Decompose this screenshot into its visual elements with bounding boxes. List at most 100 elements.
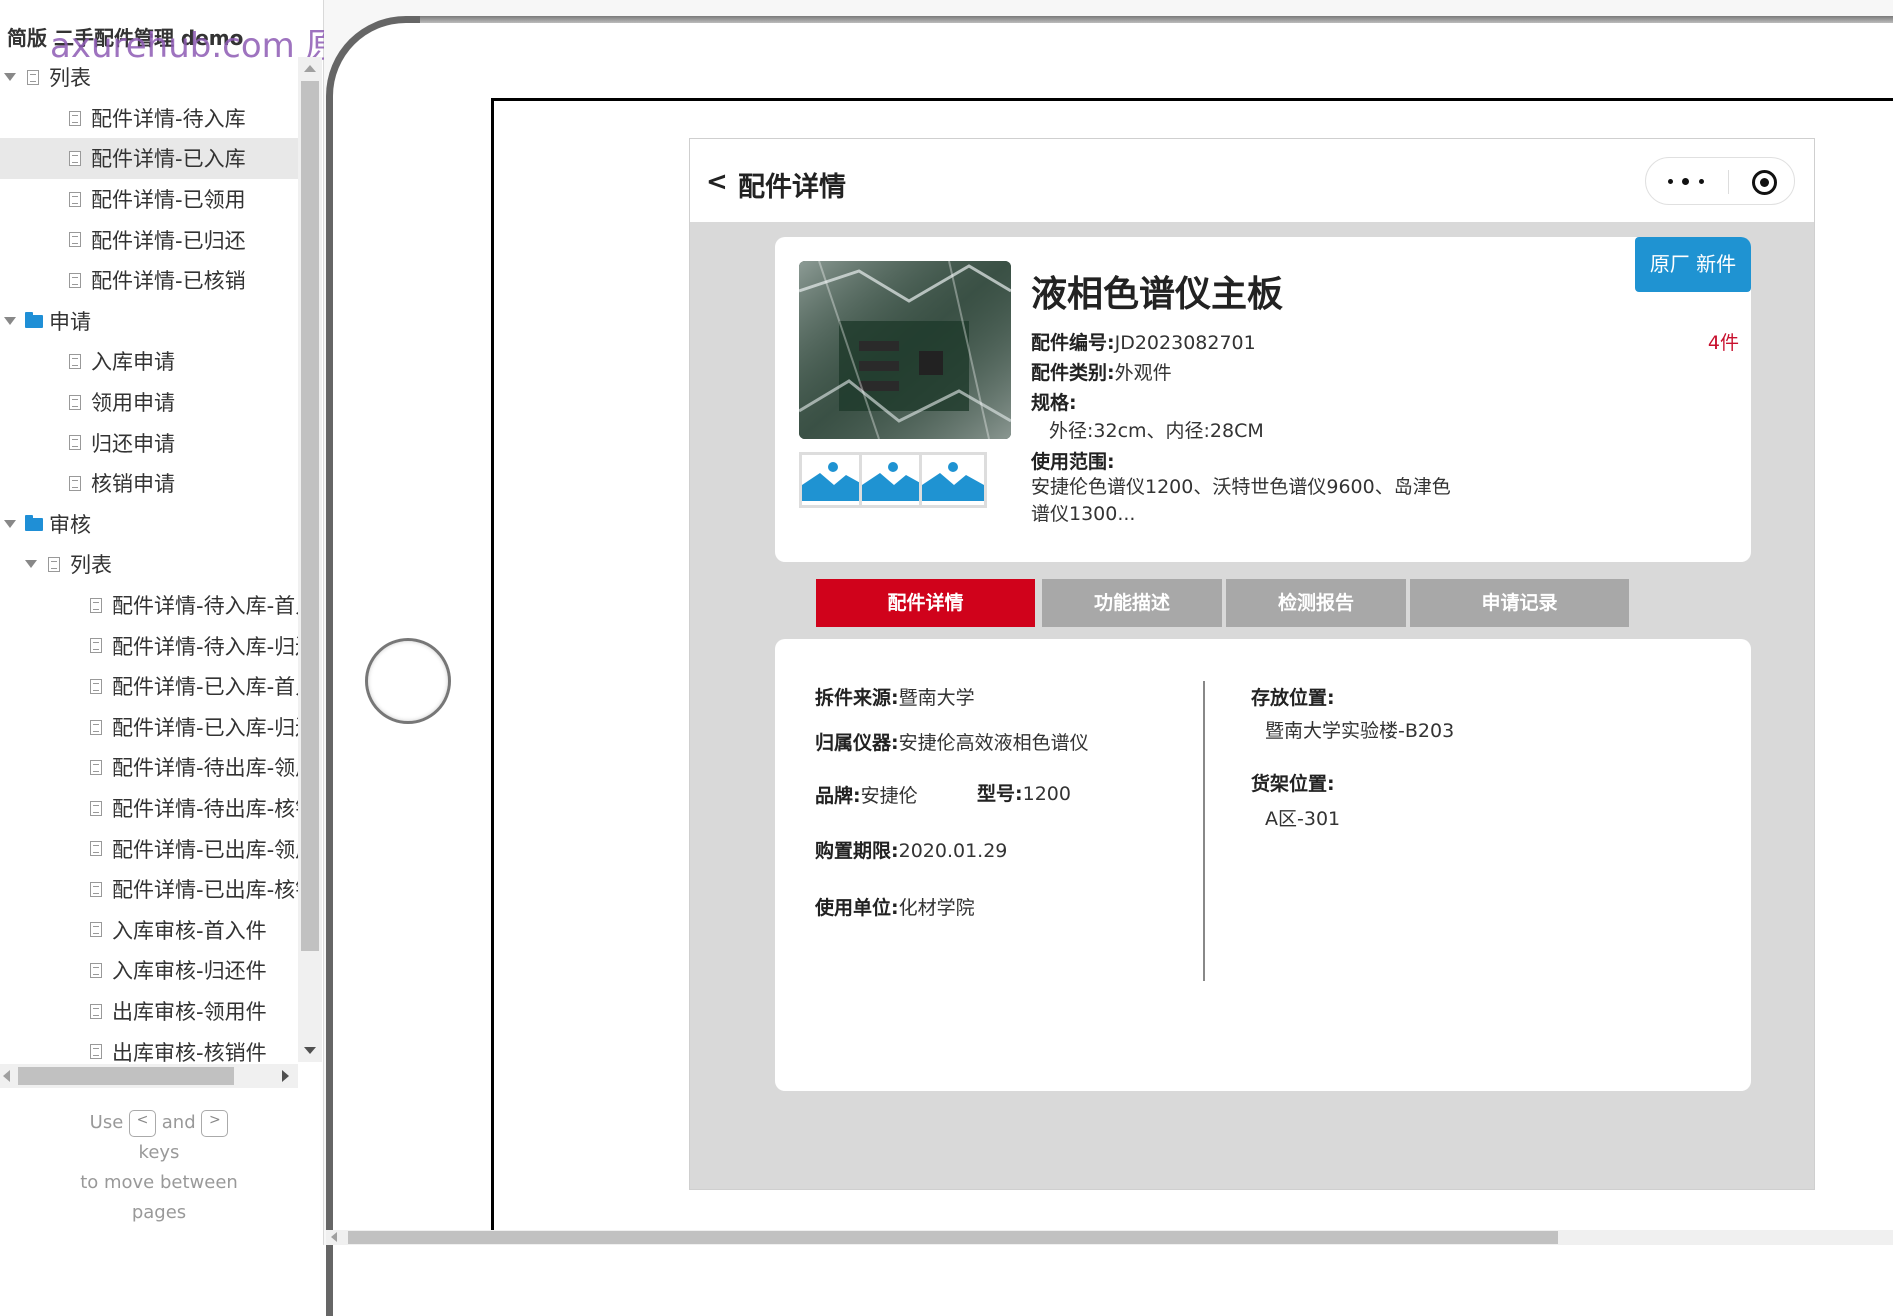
tree-expand-icon[interactable] [4,73,16,81]
tree-item-label: 配件详情-已出库-领用件 [112,837,298,862]
tree-item-label: 出库审核-核销件 [112,1040,267,1062]
page-icon [90,719,102,735]
brand-label: 品牌: [815,785,861,807]
tab-function[interactable]: 功能描述 [1042,579,1222,627]
image-placeholder-icon[interactable] [799,452,867,508]
purchase-row: 购置期限:2020.01.29 [815,836,1007,863]
page-icon [69,435,81,451]
tree-item-label: 领用申请 [91,391,175,416]
tree-page[interactable]: 配件详情-已入库-归还件 [0,707,298,748]
category-label: 配件类别: [1031,362,1115,384]
help-keys: keys [138,1142,180,1163]
page-icon [90,638,102,654]
tree-item-label: 入库申请 [91,350,175,375]
unit-row: 使用单位:化材学院 [815,893,975,920]
tree-page[interactable]: 配件详情-已入库-首入件 [0,666,298,707]
tree-item-label: 入库审核-首入件 [112,918,267,943]
page-tree: 列表 配件详情-待入库 配件详情-已入库 配件详情-已领用 配件详情-已归还 配件详情-已… [0,57,298,1062]
tree-folder[interactable]: 审核 [0,504,298,545]
scroll-up-icon[interactable] [304,65,316,72]
product-photo[interactable] [799,261,1011,439]
source-label: 拆件来源: [815,687,899,709]
page-icon [90,678,102,694]
brand-value: 安捷伦 [860,785,918,807]
target-icon[interactable] [1752,170,1777,195]
tree-page[interactable]: 归还申请 [0,422,298,463]
back-button[interactable]: < [706,167,728,197]
column-divider [1203,681,1205,981]
tree-page[interactable]: 核销申请 [0,463,298,504]
product-card: 原厂 新件 液相色谱仪主板 配件编号:JD2023082701 4件 配件类别:… [775,237,1751,562]
tree-expand-icon[interactable] [25,560,37,569]
tree-page[interactable]: 配件详情-待入库 [0,98,298,139]
tree-page[interactable]: 入库申请 [0,341,298,382]
tree-page[interactable]: 领用申请 [0,382,298,423]
tree-page[interactable]: 配件详情-待入库-首入件 [0,585,298,626]
source-value: 暨南大学 [898,687,975,709]
folder-icon [25,514,43,531]
page-icon [90,800,102,816]
tree-page[interactable]: 配件详情-已入库 [0,138,298,179]
page-title: 配件详情 [738,172,846,203]
page-icon [90,1044,102,1060]
spec-value: 外径:32cm、内径:28CM [1049,420,1264,442]
tab-report[interactable]: 检测报告 [1226,579,1406,627]
tree-page[interactable]: 出库审核-核销件 [0,1031,298,1062]
tree-item-label: 出库审核-领用件 [112,999,267,1024]
instrument-value: 安捷伦高效液相色谱仪 [898,732,1089,754]
scroll-left-icon[interactable] [3,1070,10,1082]
more-dots-icon[interactable] [1668,177,1704,187]
tree-page[interactable]: 列表 [0,544,298,585]
tree-page[interactable]: 配件详情-待入库-归还件 [0,625,298,666]
scroll-left-icon[interactable] [331,1232,337,1242]
page-icon [90,881,102,897]
image-placeholder-icon[interactable] [919,452,987,508]
range-label: 使用范围: [1031,451,1115,473]
tree-page[interactable]: 配件详情-待出库-核销件 [0,788,298,829]
range-row: 使用范围: [1031,447,1115,474]
code-value: JD2023082701 [1114,332,1256,354]
scroll-thumb[interactable] [18,1067,234,1085]
scroll-thumb[interactable] [348,1231,1558,1244]
tree-item-label: 配件详情-待入库-归还件 [112,634,298,659]
brand-row: 品牌:安捷伦 [815,781,918,808]
tree-folder[interactable]: 申请 [0,301,298,342]
tree-page[interactable]: 配件详情-已领用 [0,179,298,220]
tree-item-label: 配件详情-待出库-核销件 [112,796,298,821]
tree-page[interactable]: 出库审核-领用件 [0,991,298,1032]
scroll-down-icon[interactable] [304,1047,316,1054]
tree-item-label: 配件详情-已领用 [91,188,246,213]
code-label: 配件编号: [1031,332,1115,354]
source-row: 拆件来源:暨南大学 [815,683,975,710]
tree-expand-icon[interactable] [4,519,16,528]
tree-page[interactable]: 配件详情-已出库-领用件 [0,828,298,869]
tree-page[interactable]: 入库审核-归还件 [0,950,298,991]
code-row: 配件编号:JD2023082701 [1031,328,1256,355]
canvas-horizontal-scrollbar[interactable] [326,1230,1893,1245]
tree-vertical-scrollbar[interactable] [298,57,322,1062]
tab-details[interactable]: 配件详情 [816,579,1035,627]
tree-expand-icon[interactable] [4,316,16,325]
detail-card: 拆件来源:暨南大学 归属仪器:安捷伦高效液相色谱仪 品牌:安捷伦 型号:1200… [775,639,1751,1091]
tree-page[interactable]: 配件详情-已归还 [0,219,298,260]
tree-item-label: 列表 [70,553,112,578]
model-label: 型号: [977,783,1023,805]
page-icon [69,394,81,410]
tree-page[interactable]: 列表 [0,57,298,98]
page-icon [90,760,102,776]
shelf-label-text: 货架位置: [1251,773,1335,795]
tree-item-label: 配件详情-已入库 [91,147,246,172]
tree-page[interactable]: 入库审核-首入件 [0,909,298,950]
image-placeholder-icon[interactable] [859,452,927,508]
tab-records[interactable]: 申请记录 [1410,579,1629,627]
scroll-thumb[interactable] [301,81,319,951]
tree-horizontal-scrollbar[interactable] [0,1064,298,1088]
page-icon [90,597,102,613]
tree-page[interactable]: 配件详情-已核销 [0,260,298,301]
tree-item-label: 配件详情-已出库-核销件 [112,878,298,903]
tree-page[interactable]: 配件详情-待出库-领用件 [0,747,298,788]
capsule-menu[interactable] [1645,157,1795,205]
tree-page[interactable]: 配件详情-已出库-核销件 [0,869,298,910]
sitemap-panel: 简版 二手配件管理 demo axurehub.com 原型资源站 列表 配件详情… [0,0,476,1245]
scroll-right-icon[interactable] [282,1070,289,1082]
